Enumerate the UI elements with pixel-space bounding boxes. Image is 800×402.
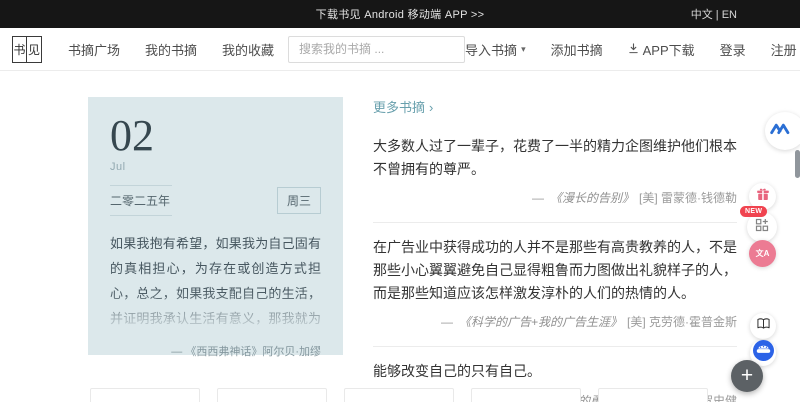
add-excerpt-button[interactable]: 添加书摘 [551,40,603,59]
excerpt-card-placeholder[interactable] [90,388,200,402]
app-download-button[interactable]: APP下载 [628,40,695,59]
excerpt-card-placeholder[interactable] [217,388,327,402]
nav-item-my-excerpts[interactable]: 我的书摘 [145,40,197,59]
attribution-dash: — [441,315,453,329]
daily-quote-text-wrap: 如果我抱有希望，如果我为自己固有的真相担心，为存在或创造方式担心，总之，如果我支… [110,232,321,331]
book-title: 《科学的广告+我的广告生涯》 [459,315,622,329]
daily-quote-card[interactable]: 02 Jul 二零二五年 周三 如果我抱有希望，如果我为自己固有的真相担心，为存… [88,97,343,355]
date-month: Jul [110,161,321,173]
translate-button[interactable]: 文A [749,240,776,267]
excerpt-attribution: — 《漫长的告别》 [美] 雷蒙德·钱德勒 [373,189,737,206]
excerpt-list: 更多书摘 › 大多数人过了一辈子，花费了一半的精力企图维护他们根本不曾拥有的尊严。… [373,97,737,402]
excerpt-text: 能够改变自己的只有自己。 [373,360,737,383]
reading-button[interactable] [750,313,776,339]
download-icon [628,42,639,57]
nav-item-my-favorites[interactable]: 我的收藏 [222,40,274,59]
book-title: 《漫长的告别》 [550,191,634,205]
add-floating-button[interactable]: + [731,360,763,392]
daily-quote-attribution: — 《西西弗神话》阿尔贝·加缪 [110,343,321,359]
import-excerpts-menu[interactable]: 导入书摘 ▾ [465,40,526,59]
logo[interactable]: 书 见 [12,36,42,63]
excerpt-text: 大多数人过了一辈子，花费了一半的精力企图维护他们根本不曾拥有的尊严。 [373,135,737,180]
language-switcher[interactable]: 中文 | EN [691,6,737,22]
excerpt-card-placeholder[interactable] [598,388,708,402]
logo-char-2: 见 [27,37,41,62]
date-day: 02 [110,113,321,159]
date-row: 二零二五年 周三 [110,185,321,216]
book-author: [美] 克劳德·霍普金斯 [627,315,737,329]
excerpt-attribution: — 《科学的广告+我的广告生涯》 [美] 克劳德·霍普金斯 [373,313,737,330]
excerpt-text: 在广告业中获得成功的人并不是那些有高贵教养的人，不是那些小心翼翼避免自己显得粗鲁… [373,236,737,304]
page: 下载书见 Android 移动端 APP >> 中文 | EN 书 见 书摘广场… [0,0,800,402]
app-download-banner-link[interactable]: 下载书见 Android 移动端 APP >> [316,6,485,22]
more-excerpts-label: 更多书摘 [373,100,425,115]
import-excerpts-label: 导入书摘 [465,40,517,59]
search-input[interactable] [288,36,465,63]
attribution-dash: — [532,191,544,205]
chevron-right-icon: › [429,100,433,115]
nav-actions: 导入书摘 ▾ 添加书摘 APP下载 登录 注册 [465,40,797,59]
plus-icon: + [741,365,753,386]
scrollbar-thumb[interactable] [795,150,800,178]
more-excerpts-link[interactable]: 更多书摘 › [373,97,433,116]
new-badge[interactable]: NEW [740,206,767,217]
bottom-card-row [90,388,708,402]
peaks-logo-icon [770,122,790,140]
date-weekday-badge: 周三 [277,187,321,214]
register-button[interactable]: 注册 [771,40,797,59]
gift-icon [756,187,770,206]
navbar: 书 见 书摘广场 我的书摘 我的收藏 导入书摘 ▾ 添加书摘 APP下载 登录 … [0,28,800,71]
topbar: 下载书见 Android 移动端 APP >> 中文 | EN [0,0,800,28]
date-year: 二零二五年 [110,185,172,216]
excerpt-item[interactable]: 大多数人过了一辈子，花费了一半的精力企图维护他们根本不曾拥有的尊严。 — 《漫长的… [373,117,737,223]
book-author: [美] 雷蒙德·钱德勒 [639,191,737,205]
translate-icon: 文A [756,250,770,258]
chevron-down-icon: ▾ [521,44,526,55]
excerpt-card-placeholder[interactable] [344,388,454,402]
excerpt-card-placeholder[interactable] [471,388,581,402]
logo-char-1: 书 [13,37,27,62]
excerpt-item[interactable]: 在广告业中获得成功的人并不是那些有高贵教养的人，不是那些小心翼翼避免自己显得粗鲁… [373,223,737,347]
floating-brand-peaks-button[interactable] [765,112,800,150]
nav-item-excerpt-plaza[interactable]: 书摘广场 [68,40,120,59]
grid-plus-icon [755,218,769,237]
nav-links: 书摘广场 我的书摘 我的收藏 [68,40,274,59]
app-download-label: APP下载 [643,40,695,59]
login-button[interactable]: 登录 [720,40,746,59]
daily-quote-text: 如果我抱有希望，如果我为自己固有的真相担心，为存在或创造方式担心，总之，如果我支… [110,232,321,331]
open-book-icon [756,317,771,335]
